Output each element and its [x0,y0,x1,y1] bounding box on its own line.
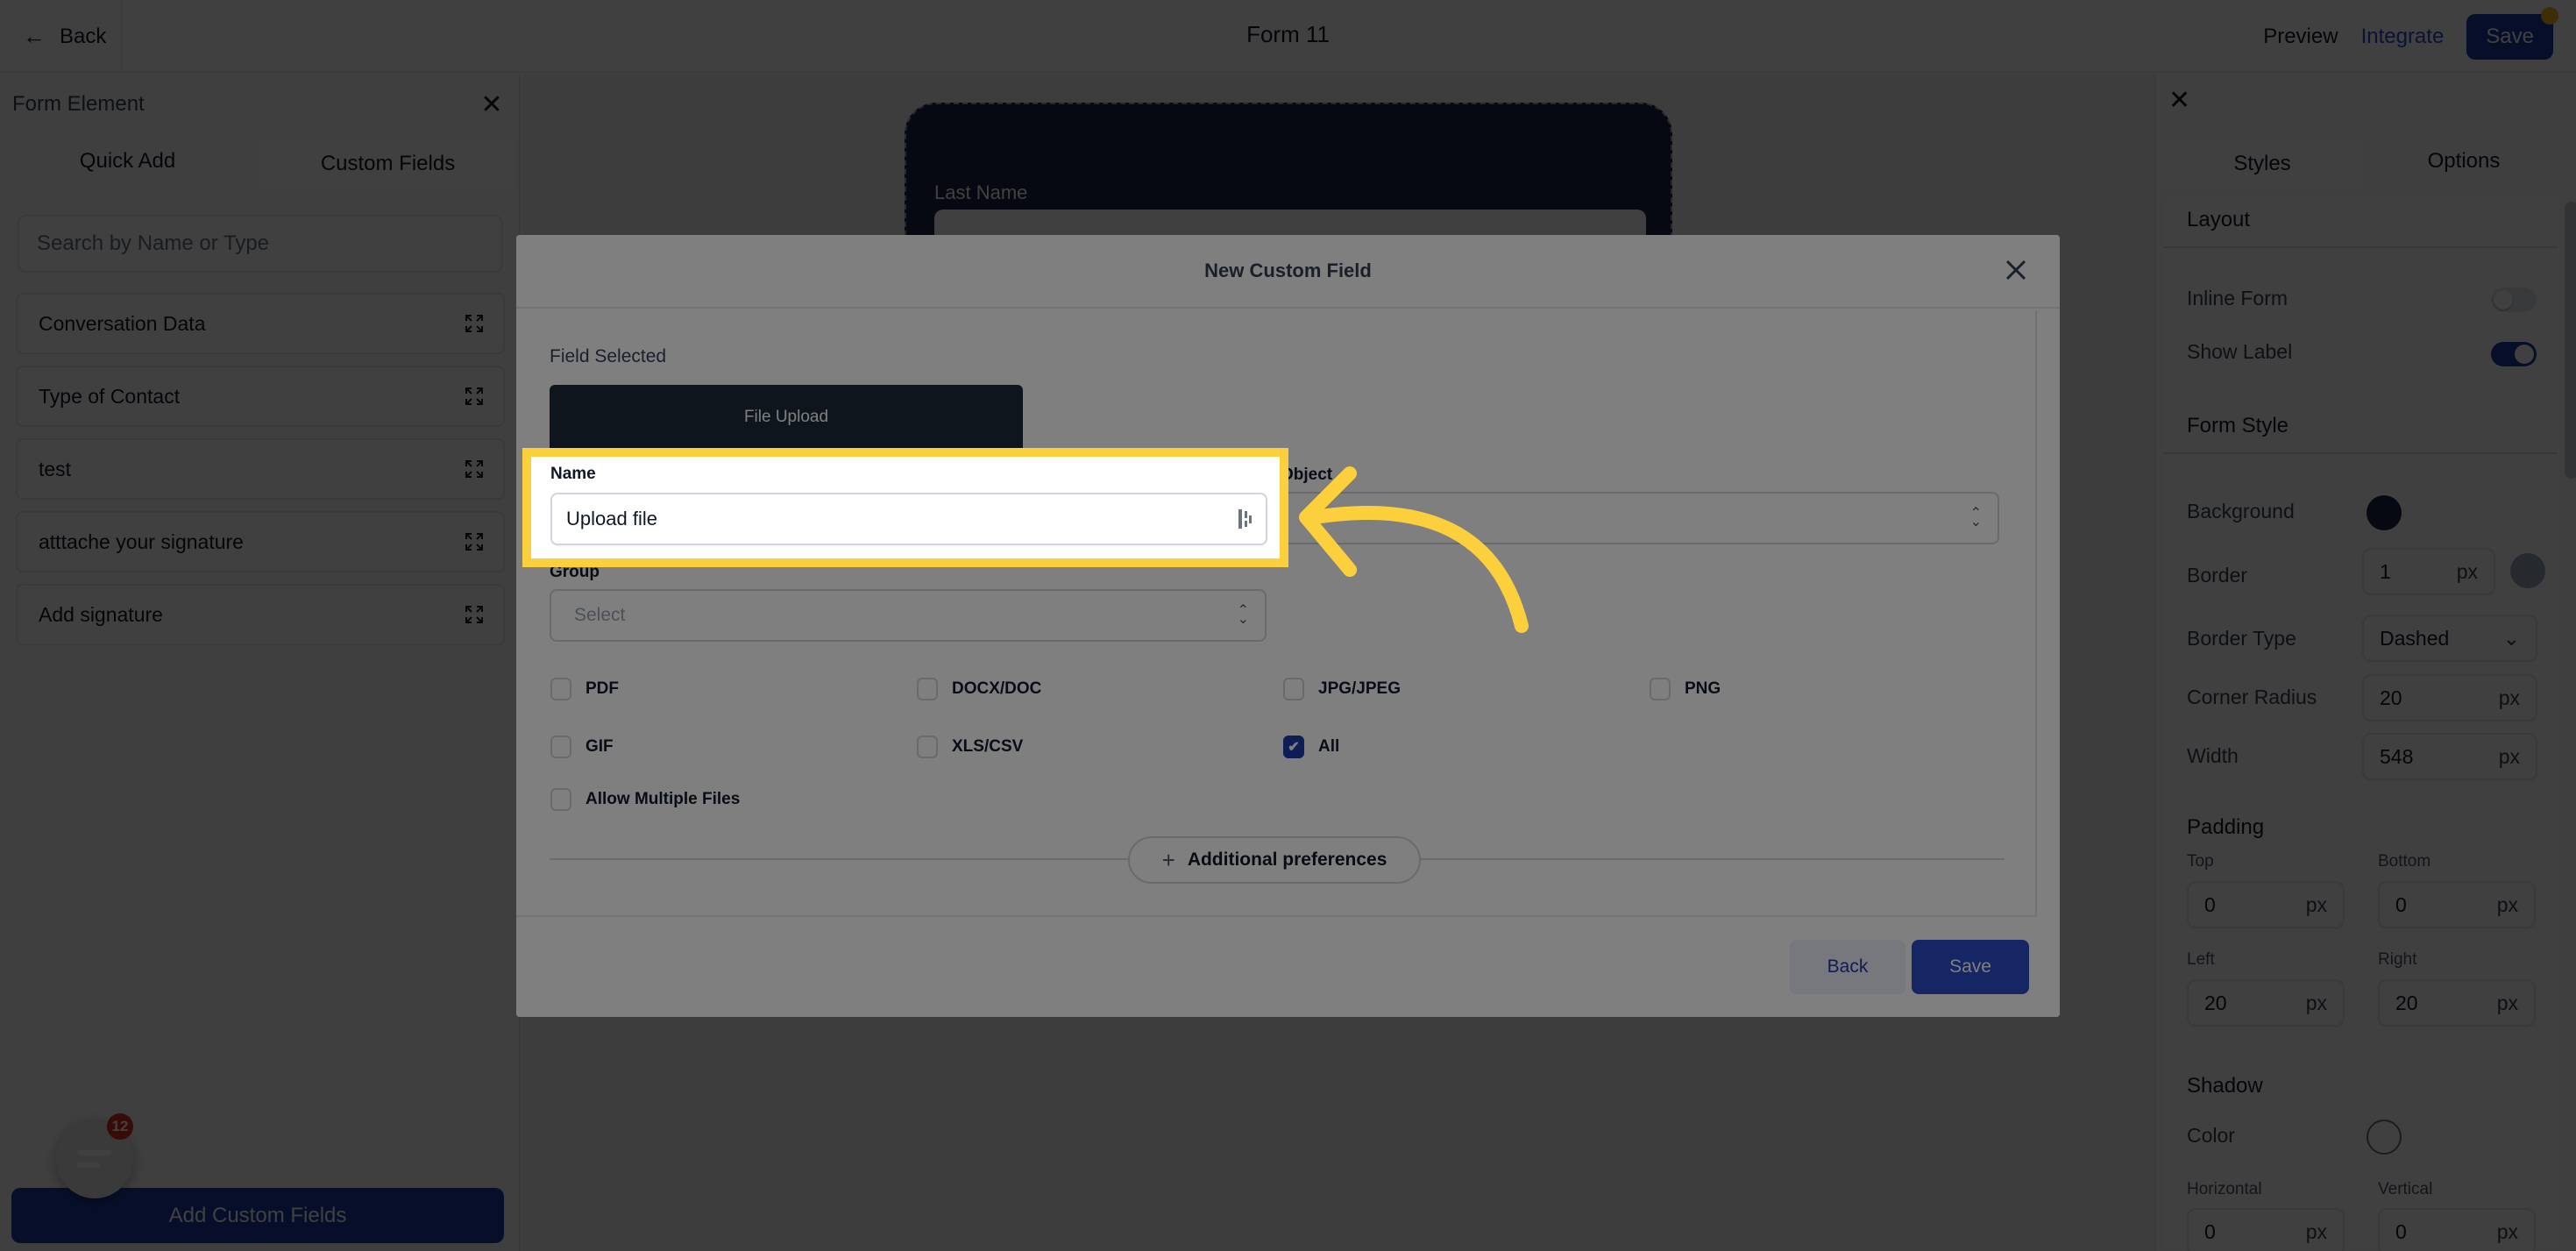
field-type-card: File Upload [550,385,1023,449]
checkbox-label: Allow Multiple Files [585,790,741,808]
object-select[interactable]: ⌃ ⌄ [1281,492,1999,544]
file-type-docx-checkbox[interactable]: DOCX/DOC [917,678,1041,700]
updown-chevron-icon: ⌃ ⌄ [1969,506,1982,530]
file-type-all-checkbox[interactable]: ✔ All [1283,736,1339,758]
allow-multiple-files-checkbox[interactable]: Allow Multiple Files [550,788,740,811]
modal-title: New Custom Field [1204,259,1372,281]
close-icon[interactable] [1998,252,2033,288]
checkbox-checked[interactable]: ✔ [1283,736,1304,758]
field-selected-label: Field Selected [550,346,667,366]
checkbox[interactable] [550,788,571,811]
updown-chevron-icon: ⌃ ⌄ [1237,603,1249,627]
checkbox[interactable] [550,736,571,758]
modal-save-button[interactable]: Save [1912,940,2029,994]
checkbox-label: All [1318,737,1340,756]
checkbox-label: PDF [585,679,619,698]
group-placeholder: Select [574,605,626,625]
file-type-jpg-checkbox[interactable]: JPG/JPEG [1283,678,1401,700]
name-label: Name [550,465,596,483]
checkbox-label: GIF [585,737,614,756]
file-type-gif-checkbox[interactable]: GIF [550,736,614,758]
additional-preferences-label: Additional preferences [1187,849,1387,870]
merge-field-icon[interactable] [1238,508,1253,530]
checkbox[interactable] [917,678,938,700]
name-value: Upload file [566,508,657,530]
file-type-pdf-checkbox[interactable]: PDF [550,678,619,700]
additional-preferences-button[interactable]: + Additional preferences [1128,836,1421,884]
checkbox[interactable] [1650,678,1671,700]
checkbox[interactable] [550,678,571,700]
checkbox-label: PNG [1685,679,1721,698]
plus-icon: + [1161,846,1175,873]
file-type-xls-checkbox[interactable]: XLS/CSV [917,736,1023,758]
file-type-png-checkbox[interactable]: PNG [1650,678,1721,700]
name-input[interactable]: Upload file [550,493,1267,545]
modal-back-button[interactable]: Back [1790,940,1905,994]
group-select[interactable]: Select ⌃ ⌄ [550,589,1267,642]
checkbox-label: DOCX/DOC [952,679,1042,698]
checkbox-label: XLS/CSV [952,737,1024,756]
checkbox[interactable] [1283,678,1304,700]
checkbox-label: JPG/JPEG [1318,679,1401,698]
modal-header: New Custom Field [516,235,2060,309]
checkbox[interactable] [917,736,938,758]
